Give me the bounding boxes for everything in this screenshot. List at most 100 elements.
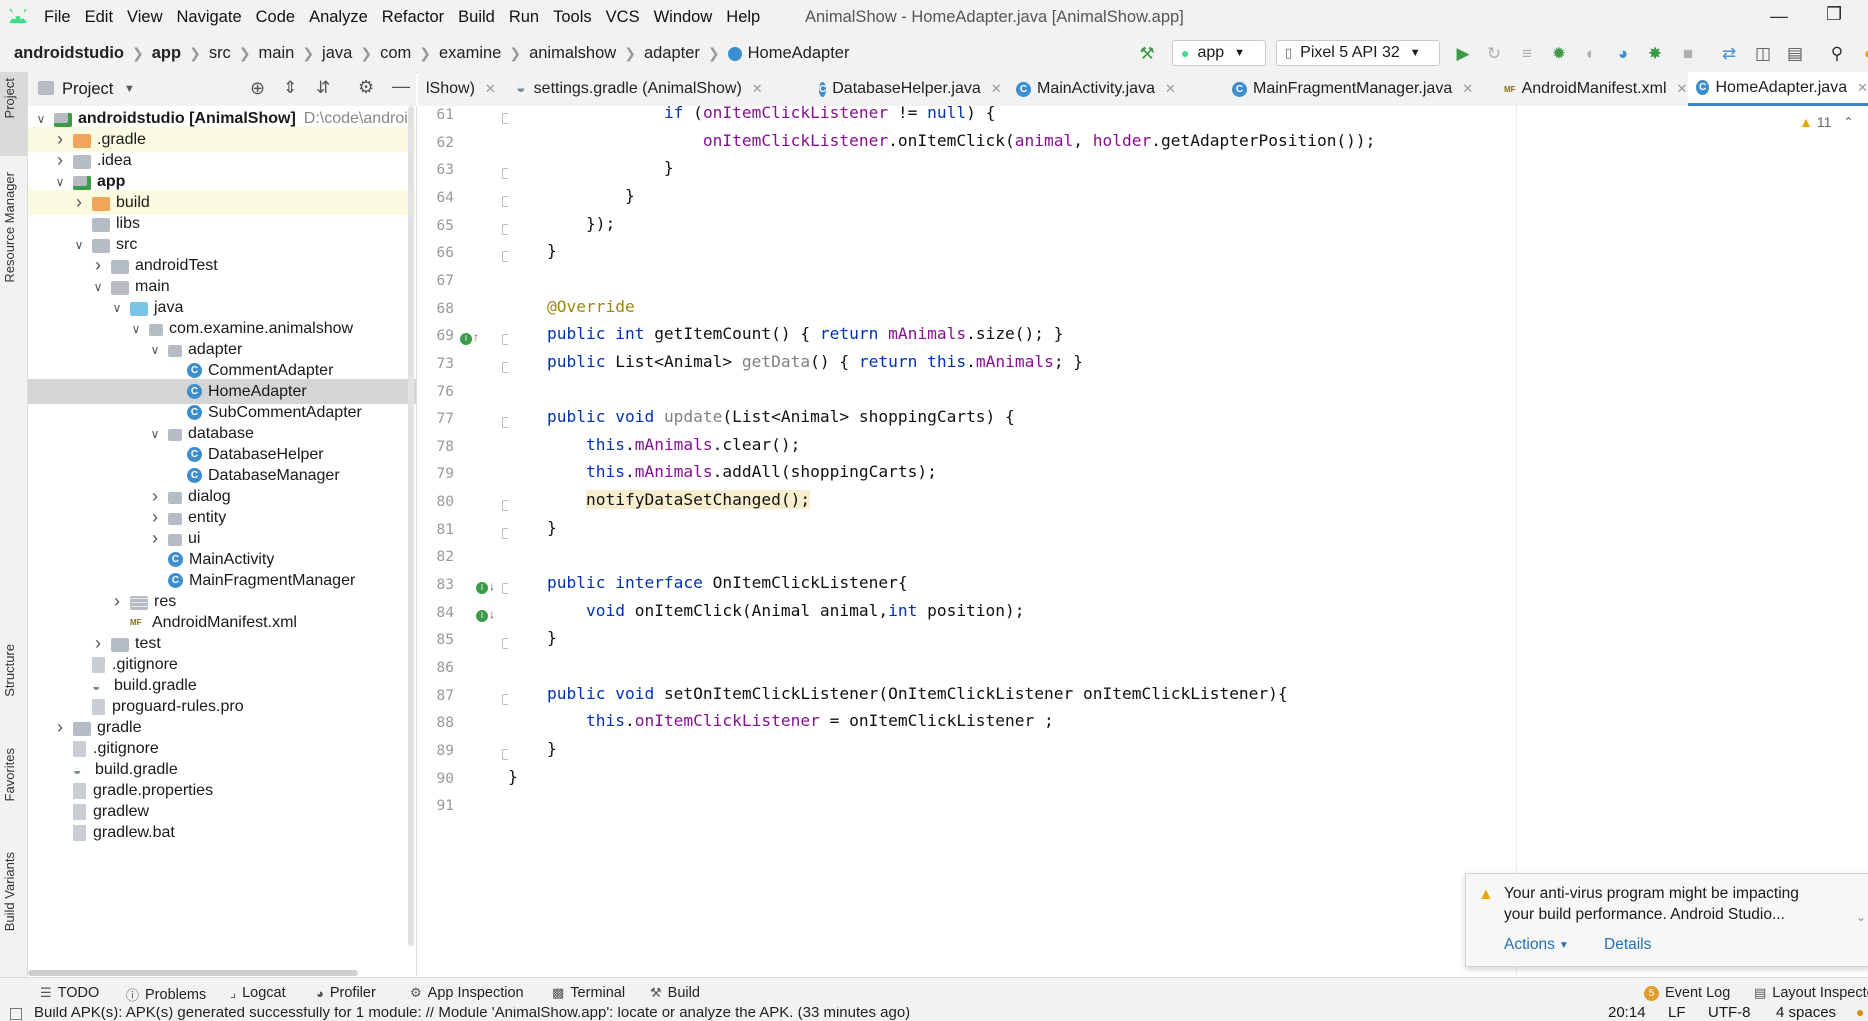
close-icon[interactable]: ✕	[752, 81, 763, 97]
tree-item[interactable]: gradlew.bat	[28, 820, 416, 845]
terminal-tool[interactable]: ▩ Terminal	[552, 985, 625, 1001]
breadcrumb-item[interactable]: src	[209, 44, 231, 63]
menu-item-build[interactable]: Build	[458, 8, 495, 27]
restore-button[interactable]: ❐	[1826, 4, 1842, 25]
indent-setting[interactable]: 4 spaces	[1776, 1007, 1836, 1021]
editor-tab[interactable]: ◒ settings.gradle (AnimalShow) ✕	[508, 72, 804, 106]
sdk-manager-icon[interactable]: ▤	[1784, 43, 1806, 65]
build-hammer-icon[interactable]: ⚒	[1136, 43, 1158, 65]
breadcrumb-item[interactable]: app	[152, 44, 181, 63]
menu-item-help[interactable]: Help	[726, 8, 760, 27]
lock-icon[interactable]: ●	[1856, 1007, 1864, 1020]
close-icon[interactable]: ✕	[1462, 81, 1473, 97]
menu-item-tools[interactable]: Tools	[553, 8, 592, 27]
menu-item-navigate[interactable]: Navigate	[177, 8, 242, 27]
menu-item-analyze[interactable]: Analyze	[309, 8, 368, 27]
device-manager-icon[interactable]: ◫	[1752, 43, 1774, 65]
expand-notification-icon[interactable]: ⌄	[1856, 910, 1866, 924]
breadcrumb-item[interactable]: main	[259, 44, 295, 63]
profiler-tool[interactable]: ◕ Profiler	[316, 985, 376, 1001]
collapse-all-icon[interactable]: ⇵	[316, 78, 330, 98]
tree-vertical-scrollbar[interactable]	[408, 106, 414, 946]
close-icon[interactable]: ✕	[485, 81, 496, 97]
menu-item-edit[interactable]: Edit	[85, 8, 113, 27]
chevron-down-icon[interactable]: ∨	[53, 175, 67, 189]
status-message[interactable]: Build APK(s): APK(s) generated successfu…	[34, 1007, 910, 1021]
chevron-right-icon[interactable]: ›	[91, 633, 105, 654]
caret-position[interactable]: 20:14	[1608, 1007, 1646, 1021]
chevron-right-icon[interactable]: ›	[91, 255, 105, 276]
editor-tab[interactable]: C MainFragmentManager.java ✕	[1224, 72, 1490, 106]
close-icon[interactable]: ✕	[1165, 81, 1176, 97]
menu-item-view[interactable]: View	[127, 8, 162, 27]
close-icon[interactable]: ✕	[1857, 80, 1868, 96]
implementation-marker-icon[interactable]: I	[476, 609, 488, 622]
locate-icon[interactable]: ⊕	[250, 78, 265, 99]
menu-item-window[interactable]: Window	[654, 8, 713, 27]
menu-item-vcs[interactable]: VCS	[606, 8, 640, 27]
breadcrumb-item[interactable]: adapter	[644, 44, 700, 63]
implementation-marker-icon[interactable]: I	[476, 582, 488, 595]
editor-tab[interactable]: C DatabaseHelper.java ✕	[811, 72, 1002, 106]
minimize-button[interactable]: —	[1770, 6, 1788, 27]
tab-project[interactable]: Project	[2, 78, 17, 118]
status-checkbox-icon[interactable]	[10, 1008, 22, 1020]
tab-favorites[interactable]: Favorites	[2, 748, 17, 801]
chevron-down-icon[interactable]: ∨	[34, 112, 48, 126]
breadcrumb-item[interactable]: java	[322, 44, 352, 63]
hide-panel-icon[interactable]: —	[392, 76, 410, 97]
implementation-marker-icon[interactable]: I	[460, 333, 472, 346]
menu-item-code[interactable]: Code	[256, 8, 295, 27]
file-encoding[interactable]: UTF-8	[1708, 1007, 1751, 1021]
apply-changes-icon[interactable]: ↻	[1483, 43, 1505, 65]
tab-resource-manager[interactable]: Resource Manager	[2, 172, 17, 283]
chevron-down-icon[interactable]: ∨	[148, 427, 162, 441]
chevron-right-icon[interactable]: ›	[72, 192, 86, 213]
debug-icon[interactable]: ✹	[1548, 43, 1570, 65]
chevron-down-icon[interactable]: ▼	[124, 83, 135, 95]
notification-details-link[interactable]: Details	[1604, 936, 1651, 954]
editor-tab[interactable]: C MainActivity.java ✕	[1008, 72, 1217, 106]
menu-item-run[interactable]: Run	[509, 8, 539, 27]
app-inspection-tool[interactable]: ⚙ App Inspection	[410, 985, 524, 1001]
apply-code-changes-icon[interactable]: ≡	[1516, 43, 1538, 65]
line-separator[interactable]: LF	[1668, 1007, 1686, 1021]
breadcrumb-item[interactable]: com	[380, 44, 411, 63]
menu-item-file[interactable]: File	[44, 8, 71, 27]
close-icon[interactable]: ✕	[991, 81, 1002, 97]
chevron-down-icon[interactable]: ∨	[72, 238, 86, 252]
breadcrumb-item[interactable]: animalshow	[529, 44, 616, 63]
attach-debugger-icon[interactable]: ◐	[1580, 43, 1602, 65]
chevron-right-icon[interactable]: ›	[148, 486, 162, 507]
chevron-right-icon[interactable]: ›	[148, 528, 162, 549]
device-select[interactable]: ▯ Pixel 5 API 32 ▼	[1276, 40, 1440, 66]
tab-structure[interactable]: Structure	[2, 644, 17, 697]
chevron-right-icon[interactable]: ›	[53, 150, 67, 171]
run-icon[interactable]: ▶	[1452, 43, 1474, 65]
close-icon[interactable]: ✕	[1677, 81, 1688, 97]
inspection-widget[interactable]: ▲ 11 ⌃	[1799, 114, 1853, 130]
tree-scrollbar[interactable]	[28, 970, 358, 976]
chevron-down-icon[interactable]: ∨	[91, 280, 105, 294]
layout-inspector-tool[interactable]: ▤ Layout Inspecto	[1754, 985, 1868, 1001]
run-config-select[interactable]: ● app ▼	[1172, 40, 1266, 66]
logcat-tool[interactable]: ⌟ Logcat	[230, 985, 286, 1001]
breadcrumb-item[interactable]: HomeAdapter	[748, 44, 850, 63]
notification-bell-icon[interactable]: ●	[1858, 43, 1868, 65]
editor-tab[interactable]: C HomeAdapter.java ✕	[1688, 72, 1868, 106]
expand-all-icon[interactable]: ⇕	[283, 78, 297, 98]
build-tool[interactable]: ⚒ Build	[650, 985, 700, 1001]
todo-tool[interactable]: ☰ TODO	[40, 985, 99, 1001]
breadcrumb-item[interactable]: examine	[439, 44, 501, 63]
run-with-coverage-icon[interactable]: ✸	[1644, 43, 1666, 65]
code-editor[interactable]: if (onItemClickListener != null) { onIte…	[508, 106, 1516, 976]
gear-icon[interactable]: ⚙	[358, 77, 374, 98]
sync-gradle-icon[interactable]: ⇄	[1718, 43, 1740, 65]
tab-build-variants[interactable]: Build Variants	[2, 852, 17, 931]
problems-tool[interactable]: ⓘ Problems	[126, 985, 206, 1004]
breadcrumb-item[interactable]: androidstudio	[14, 44, 124, 63]
menu-item-refactor[interactable]: Refactor	[382, 8, 444, 27]
project-panel-title[interactable]: Project	[62, 80, 113, 99]
chevron-up-icon[interactable]: ⌃	[1843, 115, 1853, 129]
chevron-down-icon[interactable]: ∨	[148, 343, 162, 357]
